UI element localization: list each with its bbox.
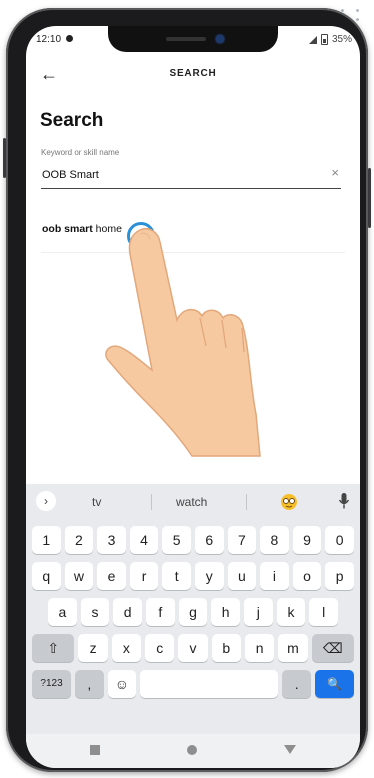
shift-icon[interactable]: ⇧ [32, 634, 75, 662]
key-0[interactable]: 0 [325, 526, 354, 554]
space-bar[interactable] [140, 670, 279, 698]
clear-icon[interactable]: × [331, 165, 339, 180]
key-w[interactable]: w [64, 562, 94, 590]
back-triangle-icon[interactable] [284, 745, 296, 754]
key-3[interactable]: 3 [97, 526, 126, 554]
chevron-right-icon[interactable]: › [36, 491, 56, 511]
notch [108, 26, 278, 52]
search-field-label: Keyword or skill name [41, 148, 120, 157]
battery-icon [320, 34, 328, 45]
recents-square-icon[interactable] [90, 745, 100, 755]
keyboard-suggestion-strip: › tv watch [26, 484, 360, 520]
camera [216, 35, 224, 43]
letter-row-1: q w e r t y u i o p [30, 562, 356, 590]
key-d[interactable]: d [113, 598, 143, 626]
key-x[interactable]: x [111, 634, 142, 662]
search-input[interactable]: OOB Smart × [41, 162, 341, 189]
key-b[interactable]: b [211, 634, 241, 662]
suggestion-divider [151, 494, 152, 510]
signal-icon [308, 35, 317, 44]
pointing-hand-icon [105, 228, 261, 457]
suggestion-bold-part: oob smart [42, 223, 93, 235]
key-8[interactable]: 8 [260, 526, 289, 554]
key-4[interactable]: 4 [129, 526, 159, 554]
key-c[interactable]: c [145, 634, 175, 662]
phone-frame: 12:10 35% ← SEARCH Search Keyword or ski… [3, 8, 371, 772]
home-circle-icon[interactable] [187, 745, 197, 755]
period-key[interactable]: . [282, 670, 311, 698]
key-o[interactable]: o [292, 562, 322, 590]
keyboard-suggestion-watch[interactable]: watch [176, 495, 207, 509]
key-u[interactable]: u [227, 562, 257, 590]
symbols-key[interactable]: ?123 [32, 670, 72, 698]
screen: 12:10 35% ← SEARCH Search Keyword or ski… [26, 26, 360, 768]
key-n[interactable]: n [244, 634, 275, 662]
letter-row-3: ⇧ z x c v b n m ⌫ [30, 634, 356, 662]
key-p[interactable]: p [325, 562, 354, 590]
mic-icon[interactable] [338, 492, 350, 510]
nerd-emoji-icon[interactable] [280, 493, 298, 511]
key-g[interactable]: g [178, 598, 208, 626]
keyboard-search-icon[interactable]: 🔍 [314, 670, 354, 698]
key-6[interactable]: 6 [194, 526, 224, 554]
page-title: Search [40, 110, 104, 131]
key-l[interactable]: l [309, 598, 339, 626]
key-t[interactable]: t [162, 562, 191, 590]
onscreen-keyboard: › tv watch 1 2 3 4 5 6 7 8 9 0 q w e r t… [26, 484, 360, 734]
key-z[interactable]: z [78, 634, 108, 662]
volume-button [3, 138, 6, 178]
key-2[interactable]: 2 [64, 526, 94, 554]
key-s[interactable]: s [80, 598, 110, 626]
backspace-icon[interactable]: ⌫ [311, 634, 355, 662]
bottom-key-row: ?123 , ☺ . 🔍 [30, 670, 356, 698]
comma-key[interactable]: , [75, 670, 104, 698]
key-9[interactable]: 9 [292, 526, 322, 554]
key-f[interactable]: f [146, 598, 175, 626]
notification-dot-icon [66, 35, 73, 42]
key-k[interactable]: k [276, 598, 306, 626]
android-nav-bar [26, 734, 360, 768]
key-v[interactable]: v [178, 634, 208, 662]
power-button [368, 168, 371, 228]
key-h[interactable]: h [211, 598, 241, 626]
suggestion-divider [246, 494, 247, 510]
key-e[interactable]: e [97, 562, 126, 590]
key-5[interactable]: 5 [162, 526, 191, 554]
battery-percent: 35% [331, 34, 352, 45]
key-i[interactable]: i [260, 562, 289, 590]
key-q[interactable]: q [32, 562, 61, 590]
key-7[interactable]: 7 [227, 526, 257, 554]
search-input-value[interactable]: OOB Smart [42, 169, 99, 181]
status-icons: 35% [308, 34, 352, 45]
speaker [166, 37, 206, 41]
letter-row-2: a s d f g h j k l [46, 598, 340, 626]
keyboard-suggestion-tv[interactable]: tv [92, 495, 101, 509]
emoji-icon[interactable]: ☺ [107, 670, 137, 698]
status-time: 12:10 [36, 34, 62, 45]
key-1[interactable]: 1 [32, 526, 61, 554]
top-bar-title: SEARCH [169, 68, 217, 79]
number-row: 1 2 3 4 5 6 7 8 9 0 [30, 526, 356, 554]
key-y[interactable]: y [194, 562, 224, 590]
top-bar: ← SEARCH [26, 62, 360, 90]
key-r[interactable]: r [129, 562, 159, 590]
key-m[interactable]: m [278, 634, 308, 662]
key-a[interactable]: a [48, 598, 77, 626]
key-j[interactable]: j [244, 598, 273, 626]
